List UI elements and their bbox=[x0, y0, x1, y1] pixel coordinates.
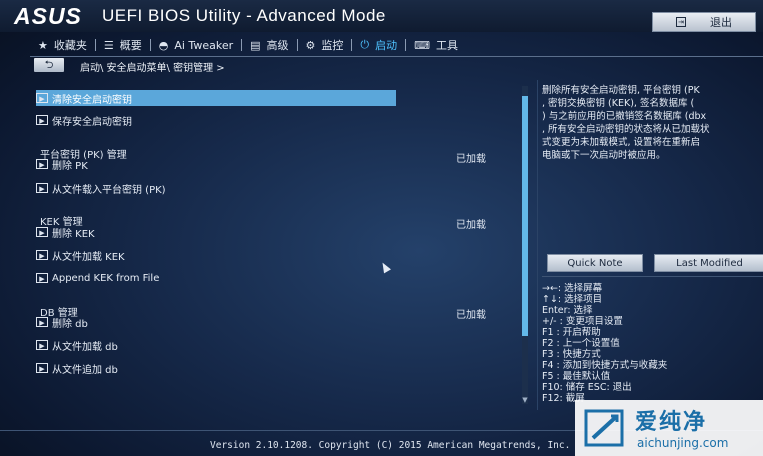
submenu-arrow-icon: ▶ bbox=[36, 363, 48, 373]
key-hint: Enter: 选择 bbox=[542, 305, 593, 316]
submenu-arrow-icon: ▶ bbox=[36, 340, 48, 350]
tab-label: 收藏夹 bbox=[53, 39, 87, 52]
db-status: 已加载 bbox=[456, 310, 486, 321]
exit-button[interactable]: ⇥ 退出 bbox=[652, 12, 756, 32]
key-hint: +/- : 变更项目设置 bbox=[542, 316, 623, 327]
tab-favorites[interactable]: ★ 收藏夹 bbox=[30, 35, 95, 55]
kek-status: 已加载 bbox=[456, 220, 486, 231]
panel-separator bbox=[542, 276, 763, 277]
tab-advanced[interactable]: ▤ 高级 bbox=[242, 35, 296, 55]
tweaker-icon: ◓ bbox=[158, 38, 169, 52]
version-footer: Version 2.10.1208. Copyright (C) 2015 Am… bbox=[210, 440, 571, 451]
help-line: , 所有安全启动密钥的状态将从已加载状 bbox=[542, 124, 710, 135]
monitor-icon: ⚙ bbox=[305, 38, 316, 52]
list-item-label: 从文件追加 db bbox=[52, 364, 118, 376]
submenu-arrow-icon: ▶ bbox=[36, 115, 48, 125]
load-kek-from-file-item[interactable]: ▶ 从文件加载 KEK bbox=[36, 247, 125, 263]
power-icon: ⏻ bbox=[360, 38, 370, 51]
submenu-arrow-icon: ▶ bbox=[36, 227, 48, 237]
help-line: ) 与之前应用的已撤销签名数据库 (dbx bbox=[542, 111, 707, 122]
help-description: 删除所有安全启动密钥, 平台密钥 (PK , 密钥交换密钥 (KEK), 签名数… bbox=[542, 84, 760, 162]
submenu-arrow-icon: ▶ bbox=[36, 273, 48, 283]
quick-note-button[interactable]: Quick Note bbox=[547, 254, 643, 272]
watermark-url: aichunjing.com bbox=[637, 436, 729, 450]
tab-label: 高级 bbox=[266, 39, 289, 52]
help-line: , 密钥交换密钥 (KEK), 签名数据库 ( bbox=[542, 98, 695, 109]
save-secure-boot-keys-item[interactable]: ▶ 保存安全启动密钥 bbox=[36, 112, 132, 128]
star-icon: ★ bbox=[38, 38, 48, 52]
list-item-label: 从文件加载 KEK bbox=[52, 251, 125, 263]
key-management-list: ▶ 清除安全启动密钥 ▶ 保存安全启动密钥 平台密钥 (PK) 管理 已加载 ▶… bbox=[36, 80, 518, 410]
list-item-label: 保存安全启动密钥 bbox=[52, 116, 132, 128]
help-line: 电脑或下一次启动时被应用。 bbox=[542, 150, 666, 161]
key-hint: F10: 储存 ESC: 退出 bbox=[542, 382, 632, 393]
panel-divider bbox=[537, 80, 538, 410]
submenu-arrow-icon: ▶ bbox=[36, 250, 48, 260]
key-hint: F2 : 上一个设置值 bbox=[542, 338, 620, 349]
back-button[interactable]: ⮌ bbox=[34, 58, 64, 72]
key-legend: →←: 选择屏幕 ↑↓: 选择项目 Enter: 选择 +/- : 变更项目设置… bbox=[542, 283, 667, 404]
help-line: 删除所有安全启动密钥, 平台密钥 (PK bbox=[542, 85, 700, 96]
watermark-logo-icon bbox=[584, 409, 624, 447]
submenu-arrow-icon: ▶ bbox=[36, 183, 48, 193]
list-item-label: 清除安全启动密钥 bbox=[52, 94, 132, 106]
submenu-arrow-icon: ▶ bbox=[36, 159, 48, 169]
tab-label: 启动 bbox=[375, 39, 398, 52]
breadcrumb: 启动\ 安全启动菜单\ 密钥管理 > bbox=[80, 63, 225, 74]
asus-logo: ASUS bbox=[14, 3, 82, 29]
tab-boot[interactable]: ⏻ 启动 bbox=[352, 35, 405, 55]
header-bar: ASUS UEFI BIOS Utility - Advanced Mode ⇥… bbox=[0, 0, 763, 32]
watermark: 爱纯净 aichunjing.com bbox=[575, 400, 763, 456]
key-hint: →←: 选择屏幕 bbox=[542, 283, 603, 294]
tab-label: 监控 bbox=[321, 39, 344, 52]
main-tabs: ★ 收藏夹 ☰ 概要 ◓ Ai Tweaker ▤ 高级 ⚙ 监控 ⏻ 启动 ⌨… bbox=[30, 34, 763, 56]
load-pk-from-file-item[interactable]: ▶ 从文件载入平台密钥 (PK) bbox=[36, 180, 166, 196]
pk-status: 已加载 bbox=[456, 154, 486, 165]
key-hint: F1 : 开启帮助 bbox=[542, 327, 601, 338]
tab-monitor[interactable]: ⚙ 监控 bbox=[298, 35, 352, 55]
submenu-arrow-icon: ▶ bbox=[36, 93, 48, 103]
tab-tool[interactable]: ⌨ 工具 bbox=[406, 35, 466, 55]
list-item-label: Append KEK from File bbox=[52, 272, 160, 284]
key-hint: F3 : 快捷方式 bbox=[542, 349, 601, 360]
scroll-down-icon[interactable]: ▼ bbox=[520, 396, 530, 404]
append-db-from-file-item[interactable]: ▶ 从文件追加 db bbox=[36, 360, 118, 376]
submenu-arrow-icon: ▶ bbox=[36, 317, 48, 327]
back-arrow-icon: ⮌ bbox=[44, 57, 54, 71]
exit-icon: ⇥ bbox=[676, 17, 686, 27]
tab-label: 概要 bbox=[119, 39, 142, 52]
load-db-from-file-item[interactable]: ▶ 从文件加载 db bbox=[36, 337, 118, 353]
key-hint: ↑↓: 选择项目 bbox=[542, 294, 603, 305]
watermark-brand: 爱纯净 bbox=[635, 410, 708, 435]
list-item-label: 从文件载入平台密钥 (PK) bbox=[52, 184, 166, 196]
list-icon: ☰ bbox=[103, 38, 114, 52]
scrollbar-thumb[interactable] bbox=[522, 96, 528, 336]
tab-label: Ai Tweaker bbox=[174, 38, 234, 52]
last-modified-button[interactable]: Last Modified bbox=[654, 254, 763, 272]
list-item-label: 删除 db bbox=[52, 318, 88, 330]
clear-secure-boot-keys-item[interactable]: ▶ 清除安全启动密钥 bbox=[36, 90, 396, 106]
append-kek-from-file-item[interactable]: ▶ Append KEK from File bbox=[36, 270, 159, 286]
delete-kek-item[interactable]: ▶ 删除 KEK bbox=[36, 224, 95, 240]
tab-label: 工具 bbox=[435, 39, 458, 52]
bios-screen: ASUS UEFI BIOS Utility - Advanced Mode ⇥… bbox=[0, 0, 763, 456]
list-item-label: 从文件加载 db bbox=[52, 341, 118, 353]
exit-label: 退出 bbox=[710, 16, 732, 29]
delete-db-item[interactable]: ▶ 删除 db bbox=[36, 314, 88, 330]
key-hint: F4 : 添加到快捷方式与收藏夹 bbox=[542, 360, 668, 371]
list-item-label: 删除 PK bbox=[52, 160, 88, 172]
tab-ai-tweaker[interactable]: ◓ Ai Tweaker bbox=[151, 35, 241, 55]
delete-pk-item[interactable]: ▶ 删除 PK bbox=[36, 156, 88, 172]
help-line: 式变更为未加载模式, 设置将在重新启 bbox=[542, 137, 701, 148]
advanced-icon: ▤ bbox=[250, 38, 261, 52]
tab-underline bbox=[30, 56, 763, 57]
tab-main[interactable]: ☰ 概要 bbox=[96, 35, 150, 55]
app-title: UEFI BIOS Utility - Advanced Mode bbox=[102, 6, 386, 25]
key-hint: F5 : 最佳默认值 bbox=[542, 371, 611, 382]
tool-icon: ⌨ bbox=[414, 38, 430, 52]
list-item-label: 删除 KEK bbox=[52, 228, 95, 240]
